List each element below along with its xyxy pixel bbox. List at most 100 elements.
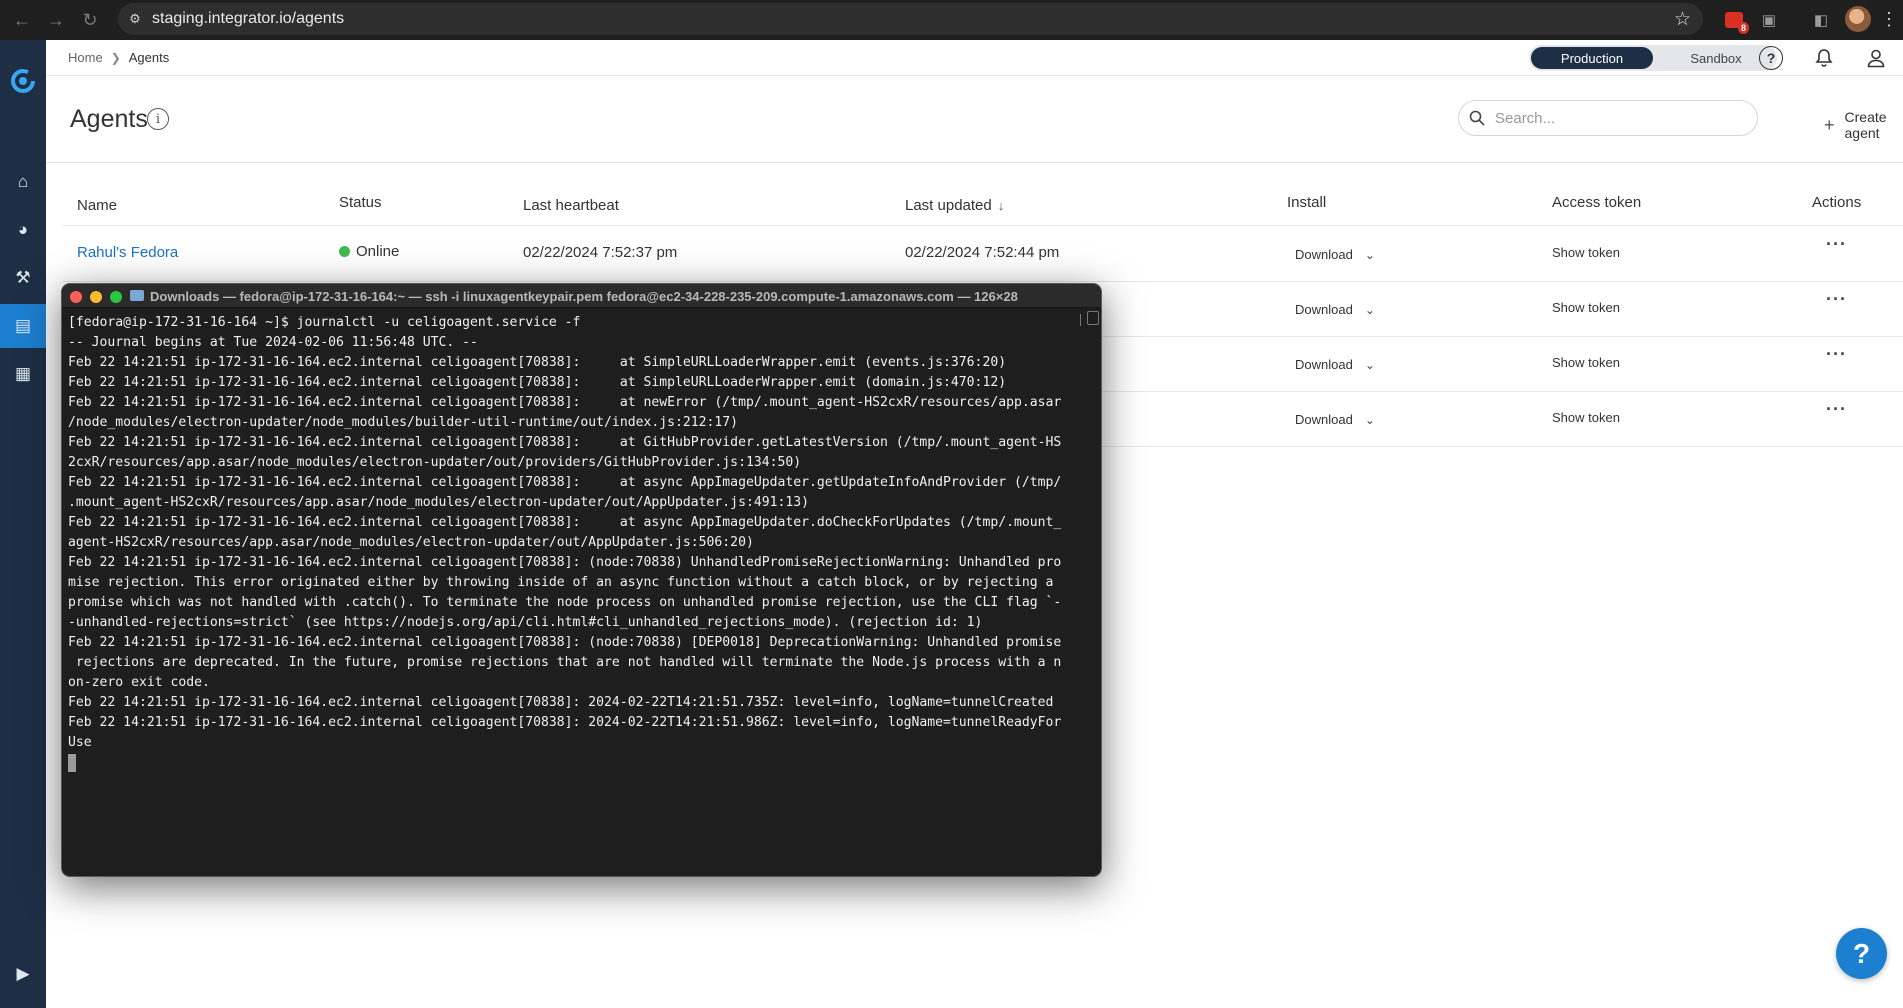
more-actions-icon[interactable]: ··· (1826, 234, 1847, 255)
tools-icon[interactable]: ⚒ (0, 256, 46, 300)
extension-icon[interactable]: 8 (1722, 8, 1749, 34)
extension-badge: 8 (1737, 22, 1749, 34)
star-icon[interactable]: ☆ (1674, 8, 1691, 31)
chevron-down-icon: ⌄ (1364, 302, 1375, 317)
terminal-window[interactable]: Downloads — fedora@ip-172-31-16-164:~ — … (61, 283, 1102, 877)
more-actions-icon[interactable]: ··· (1826, 289, 1847, 310)
side-panel-icon[interactable]: ◧ (1809, 8, 1833, 32)
folder-icon (130, 290, 144, 301)
col-last-updated-label: Last updated (905, 197, 992, 214)
profile-avatar[interactable] (1845, 6, 1871, 32)
home-icon[interactable]: ⌂ (0, 160, 46, 204)
env-production[interactable]: Production (1531, 47, 1653, 69)
col-status[interactable]: Status (339, 194, 382, 211)
browser-menu-icon[interactable]: ⋮ (1880, 9, 1898, 30)
page-header: Agents i + Create agent (46, 76, 1903, 163)
search-input[interactable] (1495, 109, 1745, 127)
more-actions-icon[interactable]: ··· (1826, 344, 1847, 365)
col-last-heartbeat[interactable]: Last heartbeat (523, 197, 619, 214)
terminal-line: -- Journal begins at Tue 2024-02-06 11:5… (68, 335, 478, 350)
col-install: Install (1287, 194, 1327, 211)
reload-icon[interactable]: ↻ (76, 6, 104, 34)
show-token-button[interactable]: Show token (1552, 410, 1620, 425)
show-token-button[interactable]: Show token (1552, 355, 1620, 370)
download-button[interactable]: Download ⌄ (1295, 357, 1375, 372)
back-icon[interactable]: ← (8, 6, 36, 34)
close-window-icon[interactable] (70, 291, 82, 303)
url-text[interactable]: staging.integrator.io/agents (152, 10, 344, 28)
resources-icon[interactable]: ▤ (0, 304, 46, 348)
dashboard-icon[interactable]: ◕ (0, 208, 46, 252)
col-last-updated[interactable]: Last updated ↓ (905, 197, 1004, 214)
forward-icon[interactable]: → (42, 6, 70, 34)
app-sidebar: ⌂ ◕ ⚒ ▤ ▦ ▶ (0, 40, 46, 1008)
terminal-line: mise rejection. This error originated ei… (68, 575, 1054, 590)
breadcrumb: Home ❯ Agents (68, 50, 169, 65)
table-row: Rahul's Fedora Online 02/22/2024 7:52:37… (62, 227, 1903, 282)
bell-icon[interactable] (1812, 46, 1836, 70)
terminal-line: Feb 22 14:21:51 ip-172-31-16-164.ec2.int… (68, 375, 1007, 390)
search-box[interactable] (1458, 100, 1758, 136)
chevron-down-icon: ⌄ (1364, 412, 1375, 427)
col-name[interactable]: Name (77, 197, 117, 214)
breadcrumb-current: Agents (128, 50, 170, 65)
create-agent-label: Create agent (1844, 109, 1887, 141)
extensions-puzzle-icon[interactable]: ▣ (1757, 8, 1781, 32)
terminal-prompt-line (68, 753, 1078, 773)
address-bar[interactable]: ⚙ staging.integrator.io/agents ☆ (118, 3, 1703, 35)
terminal-line: promise which was not handled with .catc… (68, 595, 1062, 610)
last-updated-cell: 02/22/2024 7:52:44 pm (905, 244, 1060, 261)
terminal-line: Feb 22 14:21:51 ip-172-31-16-164.ec2.int… (68, 355, 1007, 370)
extension-logo: 8 (1725, 12, 1749, 34)
terminal-title: Downloads — fedora@ip-172-31-16-164:~ — … (150, 289, 1018, 304)
create-agent-button[interactable]: + Create agent (1824, 109, 1903, 141)
download-button[interactable]: Download ⌄ (1295, 412, 1375, 427)
terminal-line: 2cxR/resources/app.asar/node_modules/ele… (68, 455, 802, 470)
site-settings-icon[interactable]: ⚙ (118, 11, 152, 27)
help-chat-button[interactable]: ? (1836, 928, 1887, 979)
terminal-line: Feb 22 14:21:51 ip-172-31-16-164.ec2.int… (68, 635, 1062, 650)
terminal-output[interactable]: [fedora@ip-172-31-16-164 ~]$ journalctl … (68, 313, 1078, 868)
terminal-line: Feb 22 14:21:51 ip-172-31-16-164.ec2.int… (68, 695, 1054, 710)
environment-toggle[interactable]: Production Sandbox (1529, 45, 1777, 71)
terminal-title-bar[interactable]: Downloads — fedora@ip-172-31-16-164:~ — … (62, 284, 1101, 308)
terminal-scrollbar[interactable] (1087, 311, 1099, 325)
status-text: Online (356, 243, 400, 260)
show-token-button[interactable]: Show token (1552, 245, 1620, 260)
terminal-line: Feb 22 14:21:51 ip-172-31-16-164.ec2.int… (68, 395, 1062, 410)
terminal-line: Feb 22 14:21:51 ip-172-31-16-164.ec2.int… (68, 715, 1062, 730)
terminal-cursor (68, 753, 76, 772)
browser-toolbar: ← → ↻ ⚙ staging.integrator.io/agents ☆ 8… (0, 0, 1903, 40)
terminal-line: Use (68, 735, 92, 750)
marketplace-icon[interactable]: ▦ (0, 352, 46, 396)
celigo-logo-icon[interactable] (9, 67, 37, 95)
info-icon[interactable]: i (147, 108, 169, 130)
col-access-token: Access token (1552, 194, 1642, 211)
page-title: Agents (70, 105, 148, 133)
breadcrumb-home[interactable]: Home (68, 50, 103, 65)
minimize-window-icon[interactable] (90, 291, 102, 303)
chevron-down-icon: ⌄ (1364, 247, 1375, 262)
sort-down-icon[interactable]: ↓ (998, 198, 1005, 213)
more-actions-icon[interactable]: ··· (1826, 399, 1847, 420)
last-heartbeat-cell: 02/22/2024 7:52:37 pm (523, 244, 678, 261)
terminal-line: agent-HS2cxR/resources/app.asar/node_mod… (68, 535, 754, 550)
play-icon[interactable]: ▶ (0, 952, 46, 996)
agent-name-link[interactable]: Rahul's Fedora (77, 244, 178, 261)
download-label: Download (1295, 247, 1353, 262)
download-button[interactable]: Download ⌄ (1295, 247, 1375, 262)
plus-icon: + (1824, 114, 1835, 135)
maximize-window-icon[interactable] (110, 291, 122, 303)
show-token-button[interactable]: Show token (1552, 300, 1620, 315)
terminal-line: -unhandled-rejections=strict` (see https… (68, 615, 983, 630)
terminal-line: /node_modules/electron-updater/node_modu… (68, 415, 739, 430)
online-status-dot (339, 246, 350, 257)
help-icon[interactable]: ? (1759, 46, 1783, 70)
search-icon (1459, 110, 1495, 126)
download-button[interactable]: Download ⌄ (1295, 302, 1375, 317)
terminal-line: Feb 22 14:21:51 ip-172-31-16-164.ec2.int… (68, 435, 1062, 450)
status-cell: Online (339, 243, 399, 260)
user-icon[interactable] (1864, 46, 1888, 70)
download-label: Download (1295, 412, 1353, 427)
terminal-line: rejections are deprecated. In the future… (68, 655, 1062, 670)
